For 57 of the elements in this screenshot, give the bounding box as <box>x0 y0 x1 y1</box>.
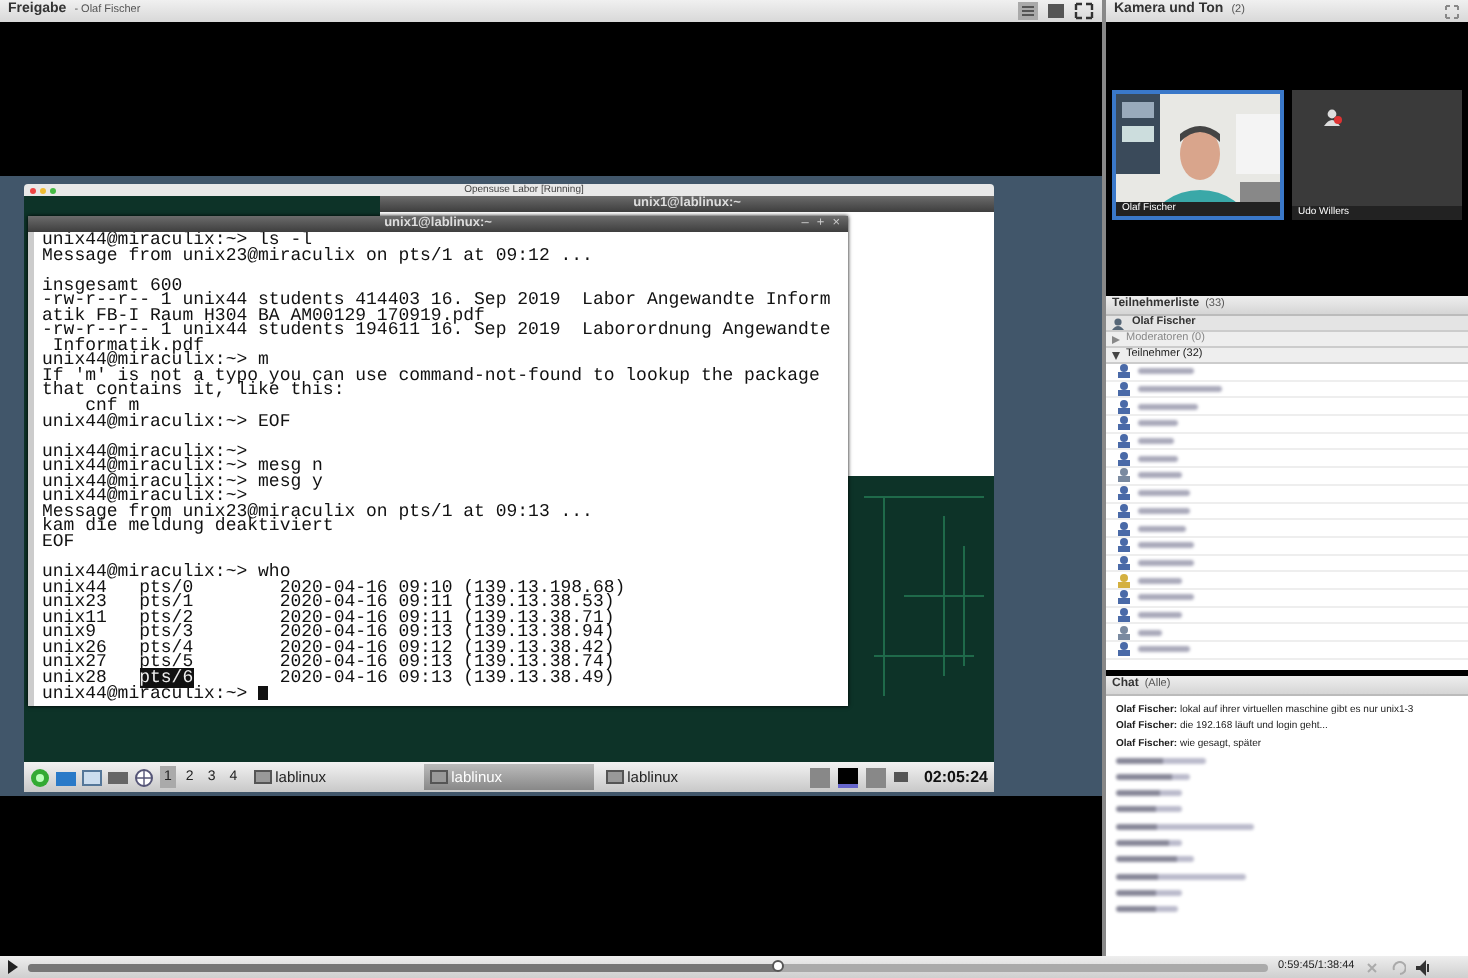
slider-thumb[interactable] <box>772 959 785 971</box>
terminal-line: unix28 pts/6 2020-04-16 09:13 (139.13.38.49) <box>42 667 615 688</box>
terminal-line: unix44@miraculix:~> <box>42 441 248 462</box>
user-off-icon <box>1324 108 1342 126</box>
start-menu-icon[interactable] <box>30 767 50 787</box>
workspace-preview[interactable] <box>837 767 858 787</box>
terminal-line: EOF <box>42 531 75 552</box>
blurred-name <box>1138 542 1194 549</box>
terminal-icon <box>605 770 624 784</box>
tray-icon <box>893 772 908 782</box>
blurred-name <box>1138 507 1190 514</box>
blurred-name <box>1138 646 1190 653</box>
blurred-name <box>1138 577 1182 584</box>
terminal-icon <box>253 770 272 784</box>
blurred-message <box>1116 806 1182 813</box>
blurred-name <box>1138 594 1194 601</box>
volume-icon[interactable] <box>1416 959 1435 975</box>
blurred-message <box>1116 906 1178 913</box>
presenter-icon <box>1112 317 1126 329</box>
cursor <box>258 686 269 701</box>
blurred-name <box>1138 611 1182 618</box>
clock: 02:05:24 <box>923 765 988 789</box>
file-manager-icon[interactable] <box>82 767 102 787</box>
list-view-icon[interactable] <box>1018 2 1038 20</box>
terminal-line: Informatik.pdf <box>52 335 205 356</box>
blurred-message <box>1116 873 1246 880</box>
blurred-name <box>1138 386 1222 393</box>
terminal-line: unix44@miraculix:~> EOF <box>42 411 291 432</box>
blurred-name <box>1138 629 1162 636</box>
terminal-icon[interactable] <box>108 767 128 787</box>
blurred-name <box>1138 490 1190 497</box>
blurred-message <box>1116 856 1194 863</box>
blurred-name <box>1138 472 1182 479</box>
blurred-message <box>1116 823 1254 830</box>
blurred-message <box>1116 790 1182 797</box>
blurred-name <box>1138 420 1178 427</box>
blurred-name <box>1138 525 1186 532</box>
terminal-icon <box>429 770 448 784</box>
play-icon[interactable] <box>6 960 18 974</box>
desktop-icon[interactable] <box>56 767 76 787</box>
blurred-name <box>1138 559 1194 566</box>
globe-icon[interactable] <box>134 767 154 787</box>
blurred-name <box>1138 368 1194 375</box>
terminal-line: Message from unix23@miraculix on pts/1 at 09:12 ... <box>42 245 593 266</box>
terminal-line: unix44@miraculix:~> <box>42 684 250 705</box>
blurred-message <box>1116 840 1182 847</box>
terminal-line: unix44@miraculix:~> mesg y <box>42 471 323 492</box>
window-view-icon[interactable] <box>1046 2 1066 20</box>
blurred-message <box>1116 773 1190 780</box>
blurred-message <box>1116 757 1206 764</box>
seek-slider[interactable] <box>28 963 1268 971</box>
blurred-name <box>1138 438 1174 445</box>
fullscreen-icon[interactable] <box>1074 2 1094 20</box>
blurred-message <box>1116 889 1182 896</box>
terminal-line: kam die meldung deaktiviert <box>42 516 334 537</box>
blurred-name <box>1138 455 1178 462</box>
blurred-name <box>1138 403 1198 410</box>
